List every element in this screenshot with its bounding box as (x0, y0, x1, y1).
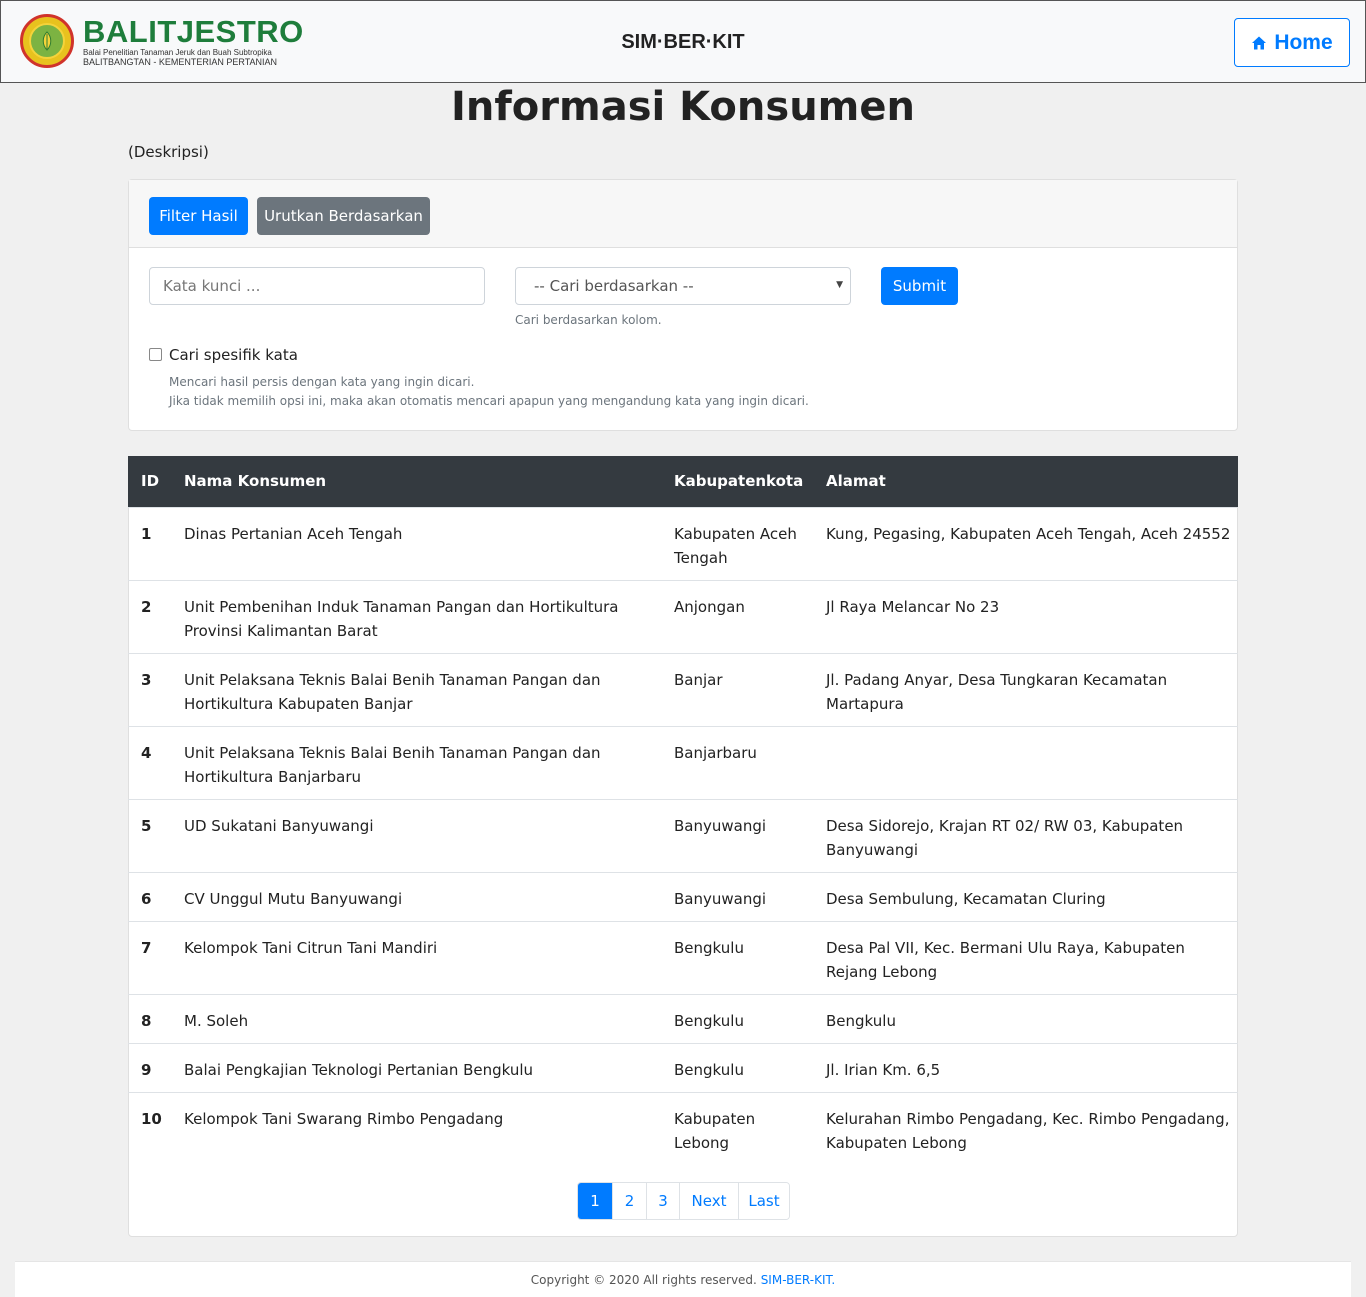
cell-id: 4 (128, 725, 171, 799)
home-button-label: Home (1274, 30, 1333, 54)
logo-title: BALITJESTRO (83, 13, 304, 49)
cell-kabupatenkota: Kabupaten Lebong (661, 1091, 813, 1165)
table-row: 2 Unit Pembenihan Induk Tanaman Pangan d… (128, 579, 1238, 653)
submit-button[interactable]: Submit (881, 267, 958, 305)
cell-alamat: Kung, Pegasing, Kabupaten Aceh Tengah, A… (813, 506, 1238, 580)
footer-link[interactable]: SIM-BER-KIT. (761, 1273, 836, 1287)
consumer-table-card: ID Nama Konsumen Kabupatenkota Alamat 1 … (128, 456, 1238, 1237)
cell-nama: M. Soleh (171, 993, 661, 1043)
column-header-id[interactable]: ID (128, 456, 171, 507)
cell-nama: Unit Pelaksana Teknis Balai Benih Tanama… (171, 725, 661, 799)
cell-alamat: Desa Sembulung, Kecamatan Cluring (813, 871, 1238, 921)
consumer-table: ID Nama Konsumen Kabupatenkota Alamat 1 … (128, 456, 1238, 1165)
table-row: 5 UD Sukatani Banyuwangi Banyuwangi Desa… (128, 798, 1238, 872)
column-header-kabupatenkota[interactable]: Kabupatenkota (661, 456, 813, 507)
logo-emblem-icon (20, 14, 74, 68)
cell-id: 2 (128, 579, 171, 653)
exact-match-label[interactable]: Cari spesifik kata (169, 346, 298, 364)
page-link-last[interactable]: Last (738, 1183, 789, 1219)
page-link-next[interactable]: Next (679, 1183, 738, 1219)
cell-kabupatenkota: Anjongan (661, 579, 813, 653)
cell-alamat: Desa Sidorejo, Krajan RT 02/ RW 03, Kabu… (813, 798, 1238, 872)
cell-kabupatenkota: Banjar (661, 652, 813, 726)
search-by-selected-value: -- Cari berdasarkan -- (534, 277, 694, 295)
cell-kabupatenkota: Bengkulu (661, 1042, 813, 1092)
footer: Copyright © 2020 All rights reserved. SI… (15, 1261, 1351, 1297)
table-row: 9 Balai Pengkajian Teknologi Pertanian B… (128, 1042, 1238, 1092)
filter-panel: Filter Hasil Urutkan Berdasarkan -- Cari… (128, 179, 1238, 431)
cell-nama: Kelompok Tani Swarang Rimbo Pengadang (171, 1091, 661, 1165)
cell-nama: UD Sukatani Banyuwangi (171, 798, 661, 872)
cell-alamat: Jl. Padang Anyar, Desa Tungkaran Kecamat… (813, 652, 1238, 726)
exact-match-help-text: Mencari hasil persis dengan kata yang in… (169, 375, 475, 389)
cell-nama: CV Unggul Mutu Banyuwangi (171, 871, 661, 921)
column-header-nama[interactable]: Nama Konsumen (171, 456, 661, 507)
cell-id: 6 (128, 871, 171, 921)
table-row: 1 Dinas Pertanian Aceh Tengah Kabupaten … (128, 506, 1238, 580)
logo-subtitle-ministry: BALITBANGTAN - KEMENTERIAN PERTANIAN (83, 56, 278, 67)
cell-alamat: Jl. Irian Km. 6,5 (813, 1042, 1238, 1092)
column-header-alamat[interactable]: Alamat (813, 456, 1238, 507)
cell-id: 1 (128, 506, 171, 580)
table-row: 7 Kelompok Tani Citrun Tani Mandiri Beng… (128, 920, 1238, 994)
search-by-help-text: Cari berdasarkan kolom. (515, 313, 662, 327)
cell-alamat: Kelurahan Rimbo Pengadang, Kec. Rimbo Pe… (813, 1091, 1238, 1165)
table-row: 4 Unit Pelaksana Teknis Balai Benih Tana… (128, 725, 1238, 799)
cell-id: 8 (128, 993, 171, 1043)
search-by-select[interactable]: -- Cari berdasarkan -- ▼ (515, 267, 851, 305)
site-logo[interactable]: BALITJESTRO Balai Penelitian Tanaman Jer… (20, 14, 304, 68)
page-description: (Deskripsi) (128, 143, 209, 161)
cell-kabupatenkota: Kabupaten Aceh Tengah (661, 506, 813, 580)
cell-nama: Unit Pelaksana Teknis Balai Benih Tanama… (171, 652, 661, 726)
cell-id: 10 (128, 1091, 171, 1165)
table-row: 8 M. Soleh Bengkulu Bengkulu (128, 993, 1238, 1043)
home-icon (1252, 36, 1267, 49)
cell-nama: Kelompok Tani Citrun Tani Mandiri (171, 920, 661, 994)
page-link-2[interactable]: 2 (612, 1183, 646, 1219)
cell-nama: Dinas Pertanian Aceh Tengah (171, 506, 661, 580)
cell-alamat: Jl Raya Melancar No 23 (813, 579, 1238, 653)
cell-kabupatenkota: Banjarbaru (661, 725, 813, 799)
table-header-row: ID Nama Konsumen Kabupatenkota Alamat (128, 456, 1238, 507)
cell-nama: Balai Pengkajian Teknologi Pertanian Ben… (171, 1042, 661, 1092)
table-row: 6 CV Unggul Mutu Banyuwangi Banyuwangi D… (128, 871, 1238, 921)
cell-kabupatenkota: Banyuwangi (661, 798, 813, 872)
chevron-down-icon: ▼ (836, 280, 843, 290)
cell-id: 7 (128, 920, 171, 994)
filter-panel-header: Filter Hasil Urutkan Berdasarkan (129, 180, 1237, 248)
cell-alamat (813, 725, 1238, 799)
filter-results-button[interactable]: Filter Hasil (149, 197, 248, 235)
cell-kabupatenkota: Bengkulu (661, 993, 813, 1043)
page-link-3[interactable]: 3 (646, 1183, 679, 1219)
top-navbar: BALITJESTRO Balai Penelitian Tanaman Jer… (0, 0, 1366, 83)
home-button[interactable]: Home (1234, 18, 1350, 67)
cell-nama: Unit Pembenihan Induk Tanaman Pangan dan… (171, 579, 661, 653)
sort-by-button[interactable]: Urutkan Berdasarkan (257, 197, 430, 235)
table-row: 3 Unit Pelaksana Teknis Balai Benih Tana… (128, 652, 1238, 726)
table-row: 10 Kelompok Tani Swarang Rimbo Pengadang… (128, 1091, 1238, 1165)
copyright-text: Copyright © 2020 All rights reserved. (530, 1273, 757, 1287)
pagination: 1 2 3 Next Last (577, 1182, 790, 1220)
page-title: Informasi Konsumen (451, 84, 915, 130)
exact-match-help-text-2: Jika tidak memilih opsi ini, maka akan o… (169, 394, 809, 408)
cell-alamat: Bengkulu (813, 993, 1238, 1043)
cell-id: 9 (128, 1042, 171, 1092)
cell-id: 5 (128, 798, 171, 872)
keyword-input[interactable] (149, 267, 485, 305)
exact-match-checkbox[interactable] (149, 348, 162, 361)
cell-kabupatenkota: Banyuwangi (661, 871, 813, 921)
cell-id: 3 (128, 652, 171, 726)
cell-alamat: Desa Pal VII, Kec. Bermani Ulu Raya, Kab… (813, 920, 1238, 994)
page-link-1[interactable]: 1 (578, 1183, 612, 1219)
cell-kabupatenkota: Bengkulu (661, 920, 813, 994)
logo-subtitle: Balai Penelitian Tanaman Jeruk dan Buah … (83, 47, 272, 57)
